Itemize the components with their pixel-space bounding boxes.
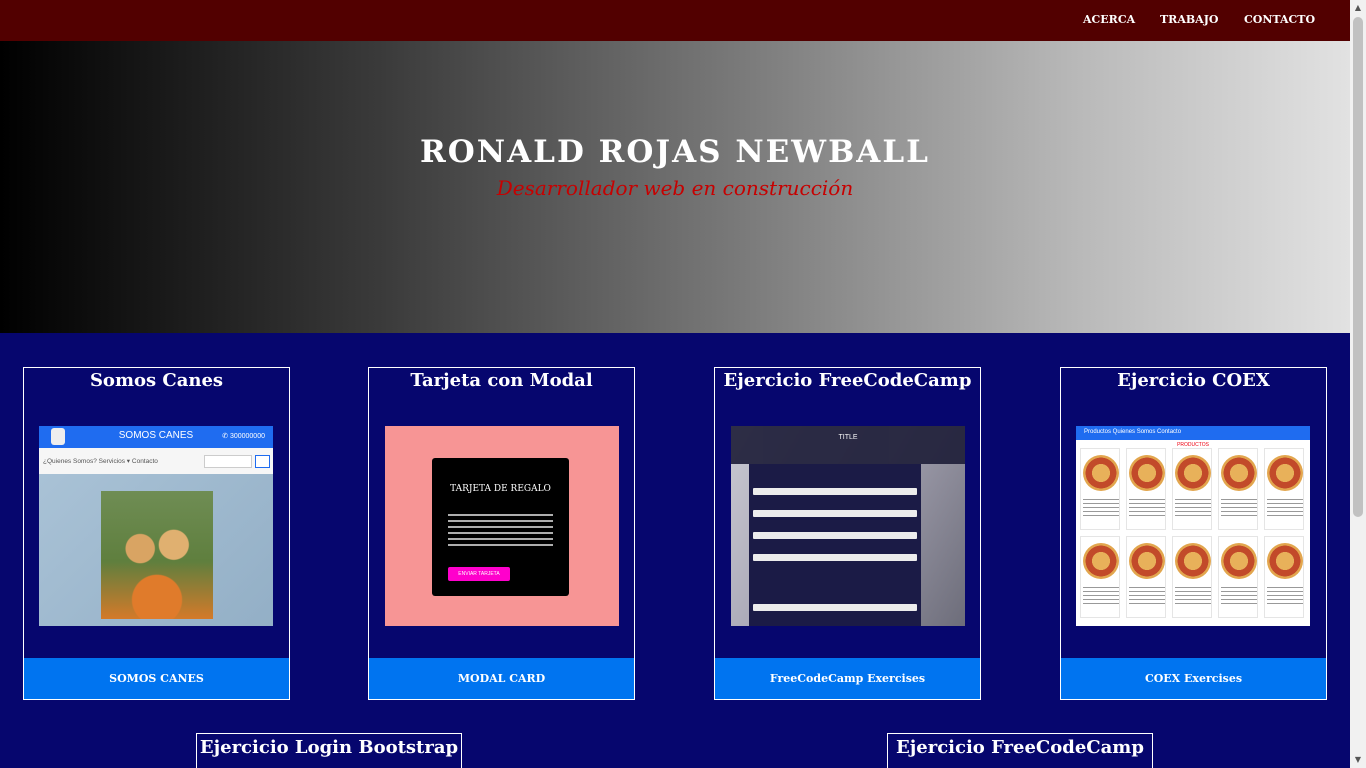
project-card-somos-canes: Somos Canes SOMOS CANES ✆ 300000000 ¿Qui… — [23, 367, 290, 700]
form-field — [753, 604, 917, 611]
nav-link-trabajo[interactable]: TRABAJO — [1160, 13, 1218, 26]
product-card — [1126, 536, 1166, 618]
vertical-scrollbar[interactable]: ▲ ▼ — [1350, 0, 1366, 768]
project-card-coex: Ejercicio COEX Productos Quienes Somos C… — [1060, 367, 1327, 700]
gift-card-button: ENVIAR TARJETA — [448, 567, 510, 581]
pizza-image — [1267, 543, 1303, 579]
form-field — [753, 554, 917, 561]
freecodecamp-button[interactable]: FreeCodeCamp Exercises — [715, 658, 980, 699]
scroll-up-arrow-icon[interactable]: ▲ — [1350, 0, 1366, 16]
project-thumbnail-somos-canes[interactable]: SOMOS CANES ✆ 300000000 ¿Quienes Somos? … — [39, 426, 273, 626]
gift-card: TARJETA DE REGALO ENVIAR TARJETA — [432, 458, 569, 596]
pizza-image — [1129, 543, 1165, 579]
thumb-nav: ¿Quienes Somos? Servicios ▾ Contacto — [39, 448, 273, 474]
hero-subtitle: Desarrollador web en construcción — [496, 176, 854, 200]
modal-card-button[interactable]: MODAL CARD — [369, 658, 634, 699]
product-text — [1175, 587, 1211, 607]
product-card — [1264, 448, 1304, 530]
thumb-search-input — [204, 455, 252, 468]
pizza-image — [1221, 455, 1257, 491]
top-navbar: ACERCA TRABAJO CONTACTO — [0, 0, 1350, 41]
pizza-image — [1129, 455, 1165, 491]
product-text — [1129, 587, 1165, 607]
product-card — [1218, 448, 1258, 530]
product-text — [1083, 587, 1119, 607]
thumb-header: Productos Quienes Somos Contacto — [1076, 426, 1310, 440]
card-title: Tarjeta con Modal — [410, 370, 593, 391]
thumb-header: SOMOS CANES ✆ 300000000 — [39, 426, 273, 448]
scroll-down-arrow-icon[interactable]: ▼ — [1350, 752, 1366, 768]
thumb-heading: TITLE — [838, 434, 858, 441]
project-card-freecodecamp-2: Ejercicio FreeCodeCamp — [887, 733, 1153, 768]
product-card — [1080, 448, 1120, 530]
project-card-freecodecamp: Ejercicio FreeCodeCamp TITLE FreeCodeCam… — [714, 367, 981, 700]
product-text — [1129, 499, 1165, 519]
card-title: Ejercicio COEX — [1117, 370, 1270, 391]
project-thumbnail-coex[interactable]: Productos Quienes Somos Contacto PRODUCT… — [1076, 426, 1310, 626]
nav-link-contacto[interactable]: CONTACTO — [1244, 13, 1315, 26]
gift-card-heading: TARJETA DE REGALO — [450, 484, 551, 494]
survey-form — [749, 464, 921, 626]
product-card — [1080, 536, 1120, 618]
project-thumbnail-modal[interactable]: TARJETA DE REGALO ENVIAR TARJETA — [385, 426, 619, 626]
form-field — [753, 488, 917, 495]
card-title: Ejercicio Login Bootstrap — [199, 737, 459, 758]
thumb-nav-text: Productos Quienes Somos Contacto — [1084, 429, 1182, 435]
product-text — [1221, 587, 1257, 607]
hero-title: RONALD ROJAS NEWBALL — [420, 134, 930, 170]
gift-card-text — [448, 514, 553, 548]
thumb-body — [39, 474, 273, 626]
pizza-image — [1221, 543, 1257, 579]
nav-link-acerca[interactable]: ACERCA — [1083, 13, 1135, 26]
thumb-phone: ✆ 300000000 — [222, 433, 265, 440]
product-card — [1172, 536, 1212, 618]
pizza-image — [1083, 543, 1119, 579]
card-title: Somos Canes — [89, 370, 224, 391]
product-text — [1083, 499, 1119, 519]
product-text — [1267, 499, 1303, 519]
thumb-header: TITLE — [731, 426, 965, 464]
product-text — [1221, 499, 1257, 519]
thumb-nav-text: ¿Quienes Somos? Servicios ▾ Contacto — [43, 458, 158, 465]
card-title: Ejercicio FreeCodeCamp — [723, 370, 972, 391]
product-card — [1126, 448, 1166, 530]
project-card-modal: Tarjeta con Modal TARJETA DE REGALO ENVI… — [368, 367, 635, 700]
form-field — [753, 510, 917, 517]
product-card — [1264, 536, 1304, 618]
project-card-login-bootstrap: Ejercicio Login Bootstrap — [196, 733, 462, 768]
coex-button[interactable]: COEX Exercises — [1061, 658, 1326, 699]
scrollbar-thumb[interactable] — [1353, 17, 1363, 517]
hero-banner: RONALD ROJAS NEWBALL Desarrollador web e… — [0, 41, 1350, 333]
pizza-image — [1175, 543, 1211, 579]
product-text — [1175, 499, 1211, 519]
thumb-search-button — [255, 455, 270, 468]
somos-canes-button[interactable]: SOMOS CANES — [24, 658, 289, 699]
pizza-image — [1267, 455, 1303, 491]
puppies-photo — [101, 491, 213, 619]
card-title: Ejercicio FreeCodeCamp — [896, 737, 1144, 758]
product-card — [1172, 448, 1212, 530]
project-thumbnail-freecodecamp[interactable]: TITLE — [731, 426, 965, 626]
form-field — [753, 532, 917, 539]
pizza-image — [1175, 455, 1211, 491]
product-card — [1218, 536, 1258, 618]
pizza-image — [1083, 455, 1119, 491]
product-text — [1267, 587, 1303, 607]
